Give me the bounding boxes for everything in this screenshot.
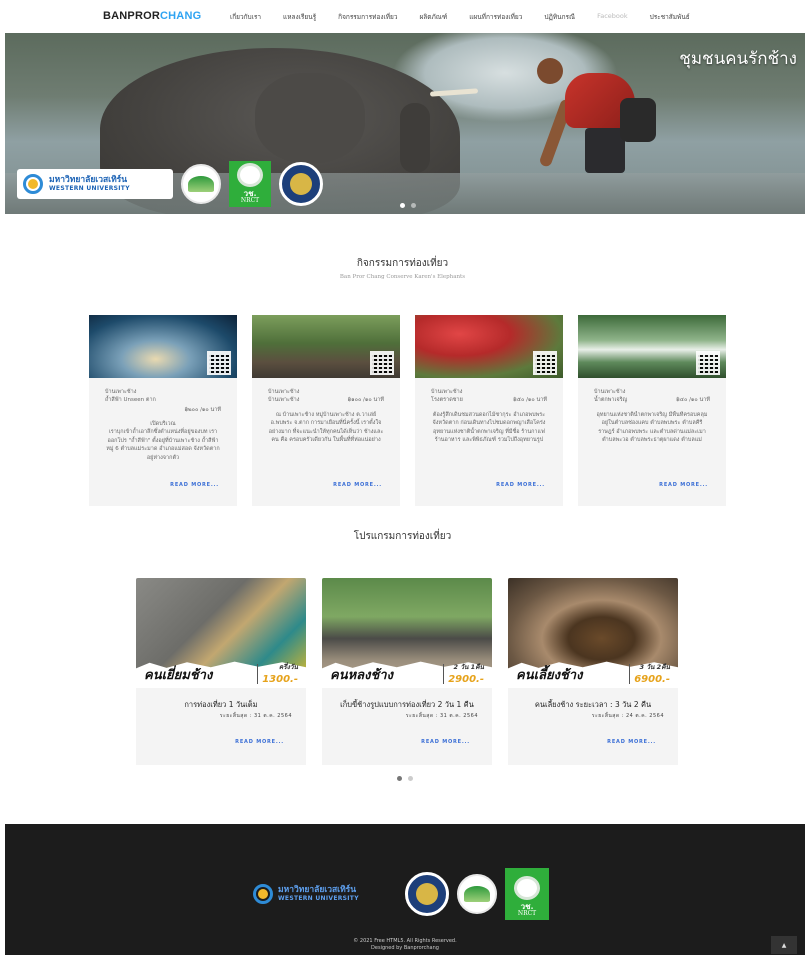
- program-card[interactable]: คนเยี่ยมช้าง ครึ่งวัน 1300.- การท่องเที่…: [136, 578, 306, 765]
- activity-description: ต้องรู้สึกเดินชมสวนดอกไม้ซากุระ อำเภอพบพ…: [432, 411, 546, 444]
- western-university-logo: มหาวิทยาลัยเวสเทิร์น WESTERN UNIVERSITY: [253, 882, 397, 906]
- activity-card[interactable]: บ้านเพาะช้าง น้ำตกพาเจริญ ฿๔๐ /๑๐ นาที อุ…: [578, 315, 726, 506]
- read-more-link[interactable]: READ MORE...: [659, 482, 708, 488]
- program-title: การท่องเที่ยว 1 วันเต็ม: [184, 700, 258, 709]
- hero-person-image: [537, 58, 656, 188]
- activity-card[interactable]: บ้านเพาะช้าง ถ้ำสีฟ้า Unseen ตาก ฿๒๐๐ /๑…: [89, 315, 237, 506]
- read-more-link[interactable]: READ MORE...: [235, 739, 284, 745]
- carousel-dot[interactable]: [400, 203, 405, 208]
- activity-card[interactable]: บ้านเพาะช้าง บ้านเพาะช้าง ฿๑๐๐ /๑๐ นาที ณ…: [252, 315, 400, 506]
- activities-subheading: Ban Pror Chang Conserve Karen's Elephant…: [339, 274, 466, 280]
- program-title: คนเลี้ยงช้าง ระยะเวลา : 3 วัน 2 คืน: [534, 700, 652, 709]
- program-date: ระยะสิ้นสุด : 31 ต.ค. 2564: [405, 712, 478, 719]
- hero-banner: ชุมชนคนรักช้าง มหาวิทยาลัยเวสเทิร์น WEST…: [5, 33, 805, 214]
- elephant-trunk: [400, 103, 430, 173]
- program-name: คนหลงช้าง: [330, 668, 393, 683]
- elephant-ear: [255, 73, 365, 163]
- program-card[interactable]: คนหลงช้าง 2 วัน 1คืน 2900.- เก็บขี้ช้างร…: [322, 578, 492, 765]
- program-card[interactable]: คนเลี้ยงช้าง 3 วัน 2คืน 6900.- คนเลี้ยงช…: [508, 578, 678, 765]
- program-name: คนเลี้ยงช้าง: [516, 668, 583, 683]
- read-more-link[interactable]: READ MORE...: [607, 739, 656, 745]
- nrct-logo: วช. NRCT: [229, 161, 271, 207]
- qr-code-icon: [533, 351, 557, 375]
- government-seal-icon: [279, 162, 323, 206]
- program-date: ระยะสิ้นสุด : 31 ต.ค. 2564: [219, 712, 292, 719]
- partner-logos: มหาวิทยาลัยเวสเทิร์น WESTERN UNIVERSITY …: [17, 161, 323, 207]
- programs-carousel-dots[interactable]: [397, 776, 413, 781]
- program-image: คนเลี้ยงช้าง 3 วัน 2คืน 6900.-: [508, 578, 678, 688]
- top-navbar: BANPRORCHANG เกี่ยวกับเรา แหลงเรียนรู้ ก…: [0, 0, 805, 33]
- read-more-link[interactable]: READ MORE...: [170, 482, 219, 488]
- hero-title: ชุมชนคนรักช้าง: [679, 49, 797, 69]
- qr-code-icon: [370, 351, 394, 375]
- activity-description: ณ บ้านเพาะช้าง หมู่บ้านเพาะช้าง ต.วาเล่ย…: [268, 411, 384, 444]
- carousel-dot[interactable]: [397, 776, 402, 781]
- western-university-icon: [23, 174, 43, 194]
- western-university-logo: มหาวิทยาลัยเวสเทิร์น WESTERN UNIVERSITY: [17, 169, 173, 199]
- western-university-icon: [253, 884, 273, 904]
- nav-link-activities[interactable]: กิจกรรมการท่องเที่ยว: [338, 12, 397, 22]
- nav-link-facebook[interactable]: Facebook: [597, 12, 628, 22]
- community-logo-icon: [181, 164, 221, 204]
- activities-heading: กิจกรรมการท่องเที่ยว: [356, 258, 449, 269]
- program-price: 1300.-: [262, 674, 298, 685]
- hero-carousel-dots[interactable]: [400, 203, 416, 208]
- program-title: เก็บขี้ช้างรูปแบบการท่องเที่ยว 2 วัน 1 ค…: [340, 700, 474, 709]
- carousel-dot[interactable]: [411, 203, 416, 208]
- nav-link-about[interactable]: เกี่ยวกับเรา: [230, 12, 261, 22]
- back-to-top-button[interactable]: ▲: [771, 936, 797, 954]
- elephant-tusk: [429, 88, 479, 97]
- read-more-link[interactable]: READ MORE...: [421, 739, 470, 745]
- nav-links: เกี่ยวกับเรา แหลงเรียนรู้ กิจกรรมการท่อง…: [230, 12, 712, 22]
- activity-image: [578, 315, 726, 378]
- nav-link-map[interactable]: แผนที่การท่องเที่ยว: [469, 12, 522, 22]
- activity-description: เปิดบริเวณ เราบุกเข้าถ้ำเอาลึกซึ่งตำแหน่ง…: [106, 420, 220, 461]
- activity-image: [415, 315, 563, 378]
- government-seal-icon: [405, 872, 449, 916]
- program-price: 6900.-: [634, 674, 670, 685]
- read-more-link[interactable]: READ MORE...: [333, 482, 382, 488]
- nav-link-news[interactable]: ประชาสัมพันธ์: [650, 12, 690, 22]
- activity-image: [252, 315, 400, 378]
- read-more-link[interactable]: READ MORE...: [496, 482, 545, 488]
- carousel-dot[interactable]: [408, 776, 413, 781]
- program-price: 2900.-: [448, 674, 484, 685]
- program-image: คนเยี่ยมช้าง ครึ่งวัน 1300.-: [136, 578, 306, 688]
- nav-link-products[interactable]: ผลิตภัณฑ์: [420, 12, 448, 22]
- nrct-logo: วช. NRCT: [505, 868, 549, 920]
- qr-code-icon: [696, 351, 720, 375]
- programs-heading: โปรแกรมการท่องเที่ยว: [353, 531, 452, 542]
- activity-description: อุทยานแห่งชาติน้ำตกพาเจริญ มีพื้นที่ครอบ…: [596, 411, 708, 444]
- nav-link-calendar[interactable]: ปฏิทินกรณี: [544, 12, 575, 22]
- activity-card[interactable]: บ้านเพาะช้าง โรงตราดชาย ฿๕๐ /๑๐ นาที ต้อง…: [415, 315, 563, 506]
- designed-by-text: Designed by Banprorchang: [371, 945, 439, 951]
- program-name: คนเยี่ยมช้าง: [144, 668, 213, 683]
- activity-image: [89, 315, 237, 378]
- site-logo[interactable]: BANPRORCHANG: [103, 10, 201, 22]
- community-logo-icon: [457, 874, 497, 914]
- program-image: คนหลงช้าง 2 วัน 1คืน 2900.-: [322, 578, 492, 688]
- footer-logos: มหาวิทยาลัยเวสเทิร์น WESTERN UNIVERSITY …: [253, 868, 549, 920]
- nav-link-learning[interactable]: แหลงเรียนรู้: [283, 12, 316, 22]
- copyright-text: © 2021 Free HTML5. All Rights Reserved.: [353, 938, 457, 944]
- footer: มหาวิทยาลัยเวสเทิร์น WESTERN UNIVERSITY …: [5, 824, 805, 955]
- qr-code-icon: [207, 351, 231, 375]
- program-date: ระยะสิ้นสุด : 24 ต.ค. 2564: [591, 712, 664, 719]
